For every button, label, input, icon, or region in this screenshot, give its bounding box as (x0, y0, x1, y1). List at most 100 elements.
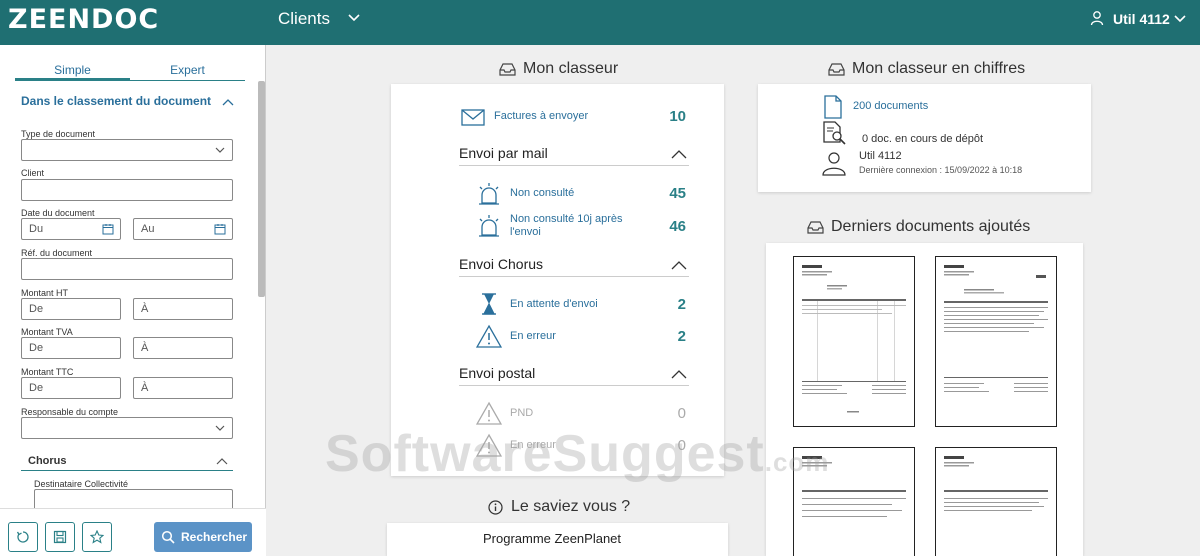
montant-tva-from-input[interactable]: De (21, 337, 121, 359)
envelope-icon (461, 109, 485, 126)
invoice-preview (944, 265, 1048, 392)
warning-icon (476, 324, 502, 348)
last-login: Dernière connexion : 15/09/2022 à 10:18 (859, 165, 1023, 175)
postal-group-header[interactable]: Envoi postal (459, 365, 689, 386)
chevron-up-icon[interactable] (671, 260, 687, 270)
chevron-up-icon[interactable] (216, 457, 228, 465)
chorus-erreur-count[interactable]: 2 (656, 328, 686, 345)
documents-count-link[interactable]: 200 documents (853, 100, 928, 112)
non-consulte-link[interactable]: Non consulté (510, 187, 574, 199)
top-bar: ZEENDOC Clients Util 4112 (0, 0, 1200, 45)
non-consulte-10j-link[interactable]: Non consulté 10j après l'envoi (510, 213, 623, 239)
document-icon (824, 95, 842, 119)
montant-ht-label: Montant HT (21, 288, 69, 298)
chevron-down-icon[interactable] (346, 10, 362, 26)
sidebar-actions: Rechercher (0, 508, 266, 556)
montant-ht-from-input[interactable]: De (21, 298, 121, 320)
montant-tva-to-input[interactable]: À (133, 337, 233, 359)
user-icon (822, 152, 846, 176)
chorus-group-title: Envoi Chorus (459, 256, 544, 272)
chevron-up-icon[interactable] (671, 369, 687, 379)
section-selector-label[interactable]: Clients (278, 9, 330, 29)
tab-expert[interactable]: Expert (130, 63, 245, 77)
postal-group-title: Envoi postal (459, 365, 536, 381)
chorus-group-header[interactable]: Envoi Chorus (459, 256, 689, 277)
sidebar-scrollbar[interactable] (258, 81, 265, 297)
calendar-icon[interactable] (214, 223, 226, 235)
destinataire-label: Destinataire Collectivité (34, 479, 129, 489)
search-mode-tabs: Simple Expert (15, 63, 245, 81)
factures-count[interactable]: 10 (656, 108, 686, 125)
document-thumbnail[interactable] (935, 256, 1057, 427)
saviez-title-text: Le saviez vous ? (511, 498, 631, 515)
derniers-title-text: Derniers documents ajoutés (831, 218, 1031, 235)
client-input[interactable] (21, 179, 233, 201)
depot-status: 0 doc. en cours de dépôt (862, 133, 984, 145)
inbox-icon (828, 63, 845, 76)
tab-simple[interactable]: Simple (15, 63, 130, 81)
pnd-link: PND (510, 407, 534, 419)
search-button-label: Rechercher (181, 530, 248, 544)
reset-button[interactable] (8, 522, 38, 552)
montant-ht-to-input[interactable]: À (133, 298, 233, 320)
invoice-preview (802, 265, 906, 413)
ref-document-input[interactable] (21, 258, 233, 280)
date-from-placeholder: Du (29, 223, 44, 235)
document-search-icon (823, 121, 846, 145)
chorus-erreur-link[interactable]: En erreur (510, 330, 556, 342)
classeur-title-text: Mon classeur (523, 60, 619, 77)
factures-link[interactable]: Factures à envoyer (494, 110, 588, 122)
document-thumbnail[interactable] (793, 256, 915, 427)
montant-ttc-to-input[interactable]: À (133, 377, 233, 399)
type-document-select[interactable] (21, 139, 233, 161)
search-button[interactable]: Rechercher (154, 522, 252, 552)
search-icon (161, 530, 175, 544)
responsable-select[interactable] (21, 417, 233, 439)
watermark-text: SoftwareSuggest (325, 425, 765, 483)
montant-ttc-from-input[interactable]: De (21, 377, 121, 399)
chorus-section-title[interactable]: Chorus (28, 455, 67, 467)
calendar-icon[interactable] (102, 223, 114, 235)
inbox-icon (807, 221, 824, 234)
date-to-input[interactable]: Au (133, 218, 233, 240)
chevron-up-icon[interactable] (222, 98, 234, 106)
chiffres-title-text: Mon classeur en chiffres (852, 60, 1026, 77)
filter-section-title[interactable]: Dans le classement du document (21, 94, 211, 108)
montant-tva-label: Montant TVA (21, 327, 73, 337)
attente-envoi-count[interactable]: 2 (656, 296, 686, 313)
chevron-down-icon[interactable] (1172, 11, 1188, 27)
non-consulte-10j-line1: Non consulté 10j après (510, 213, 623, 225)
from-placeholder: De (29, 382, 44, 394)
star-icon (90, 530, 104, 544)
classeur-title: Mon classeur (499, 60, 619, 78)
app-logo[interactable]: ZEENDOC (8, 4, 159, 35)
watermark: SoftwareSuggest.com (325, 424, 829, 484)
type-document-label: Type de document (21, 129, 96, 139)
date-to-placeholder: Au (141, 223, 155, 235)
date-from-input[interactable]: Du (21, 218, 121, 240)
programme-link[interactable]: Programme ZeenPlanet (483, 531, 621, 546)
from-placeholder: De (29, 342, 44, 354)
alarm-icon (479, 183, 499, 205)
from-placeholder: De (29, 303, 44, 315)
document-thumbnail[interactable] (935, 447, 1057, 556)
attente-envoi-link[interactable]: En attente d'envoi (510, 298, 598, 310)
to-placeholder: À (141, 342, 149, 354)
chevron-down-icon (215, 147, 225, 153)
non-consulte-10j-count[interactable]: 46 (656, 218, 686, 235)
refresh-icon (16, 531, 29, 543)
hourglass-icon (482, 293, 496, 315)
to-placeholder: À (141, 303, 149, 315)
non-consulte-10j-line2: l'envoi (510, 226, 541, 238)
non-consulte-count[interactable]: 45 (656, 185, 686, 202)
chiffres-user: Util 4112 (859, 150, 902, 162)
user-menu-label[interactable]: Util 4112 (1113, 11, 1170, 27)
favorite-button[interactable] (82, 522, 112, 552)
mail-group-header[interactable]: Envoi par mail (459, 145, 689, 166)
chevron-up-icon[interactable] (671, 149, 687, 159)
save-search-button[interactable] (45, 522, 75, 552)
date-document-label: Date du document (21, 208, 95, 218)
alarm-icon (479, 215, 499, 237)
mail-group-title: Envoi par mail (459, 145, 548, 161)
ref-document-label: Réf. du document (21, 248, 93, 258)
